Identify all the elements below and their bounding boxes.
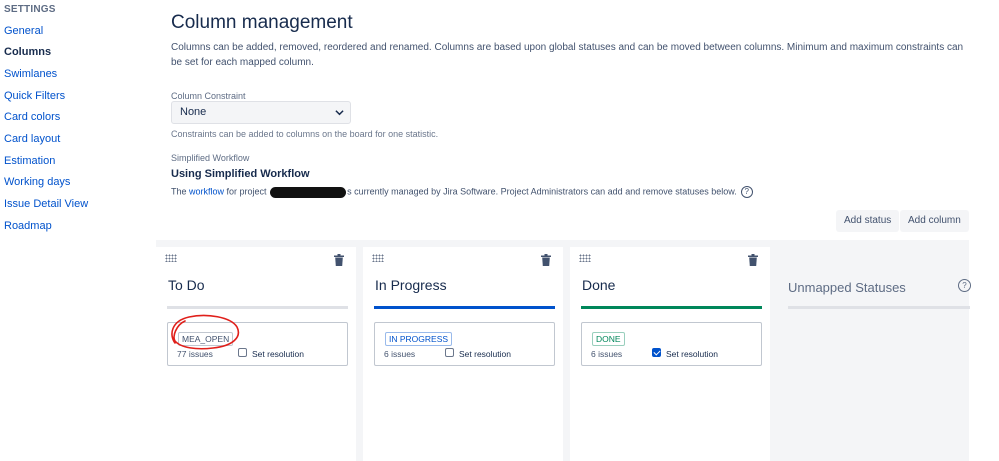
column-constraint-label: Column Constraint bbox=[171, 91, 246, 101]
sidebar-item-card-layout[interactable]: Card layout bbox=[4, 133, 60, 145]
status-card[interactable]: IN PROGRESS 6 issues Set resolution bbox=[374, 322, 555, 366]
set-resolution-checkbox[interactable] bbox=[238, 348, 247, 357]
settings-sidebar: SETTINGS General Columns Swimlanes Quick… bbox=[0, 0, 150, 461]
issue-count: 77 issues bbox=[177, 349, 213, 359]
page-title: Column management bbox=[171, 12, 353, 33]
sidebar-item-columns[interactable]: Columns bbox=[4, 46, 51, 58]
column-constraint-select[interactable]: None bbox=[171, 101, 351, 124]
column-constraint-value: None bbox=[180, 106, 207, 118]
column-name[interactable]: In Progress bbox=[375, 277, 447, 293]
column-to-do[interactable]: To Do MEA_OPEN 77 issues Set resolution bbox=[156, 247, 356, 461]
set-resolution-checkbox[interactable] bbox=[652, 348, 661, 357]
set-resolution-label: Set resolution bbox=[666, 349, 718, 359]
sidebar-item-swimlanes[interactable]: Swimlanes bbox=[4, 68, 57, 80]
column-status-bar bbox=[374, 306, 555, 309]
drag-handle-icon[interactable] bbox=[372, 254, 384, 262]
issue-count: 6 issues bbox=[591, 349, 623, 359]
column-status-bar bbox=[167, 306, 348, 309]
trash-icon[interactable] bbox=[334, 254, 344, 266]
status-lozenge: IN PROGRESS bbox=[385, 332, 453, 346]
sidebar-item-general[interactable]: General bbox=[4, 25, 43, 37]
set-resolution-label: Set resolution bbox=[459, 349, 511, 359]
drag-handle-icon[interactable] bbox=[579, 254, 591, 262]
set-resolution-checkbox[interactable] bbox=[445, 348, 454, 357]
set-resolution-label: Set resolution bbox=[252, 349, 304, 359]
add-status-button[interactable]: Add status bbox=[836, 210, 900, 232]
column-name[interactable]: To Do bbox=[168, 277, 205, 293]
workflow-text-before: The bbox=[171, 186, 190, 197]
simplified-workflow-label: Simplified Workflow bbox=[171, 153, 250, 163]
sidebar-item-card-colors[interactable]: Card colors bbox=[4, 111, 60, 123]
drag-handle-icon[interactable] bbox=[165, 254, 177, 262]
help-icon[interactable]: ? bbox=[958, 279, 971, 292]
status-lozenge: MEA_OPEN bbox=[178, 332, 234, 346]
workflow-link[interactable]: workflow bbox=[189, 186, 224, 196]
sidebar-item-working-days[interactable]: Working days bbox=[4, 176, 70, 188]
issue-count: 6 issues bbox=[384, 349, 416, 359]
trash-icon[interactable] bbox=[541, 254, 551, 266]
simplified-workflow-title: Using Simplified Workflow bbox=[171, 168, 310, 180]
unmapped-status-bar bbox=[788, 306, 970, 309]
sidebar-item-quick-filters[interactable]: Quick Filters bbox=[4, 90, 65, 102]
add-column-button[interactable]: Add column bbox=[900, 210, 969, 232]
status-card[interactable]: MEA_OPEN 77 issues Set resolution bbox=[167, 322, 348, 366]
column-name[interactable]: Done bbox=[582, 277, 615, 293]
sidebar-item-roadmap[interactable]: Roadmap bbox=[4, 220, 52, 232]
unmapped-statuses-title: Unmapped Statuses bbox=[788, 280, 906, 295]
constraint-hint: Constraints can be added to columns on t… bbox=[171, 129, 439, 139]
workflow-text-mid: for project bbox=[224, 186, 270, 197]
page-description: Columns can be added, removed, reordered… bbox=[171, 42, 964, 68]
help-icon[interactable]: ? bbox=[740, 186, 753, 198]
sidebar-item-issue-detail-view[interactable]: Issue Detail View bbox=[4, 198, 88, 210]
sidebar-heading: SETTINGS bbox=[4, 4, 56, 15]
redacted-project-name bbox=[270, 186, 347, 198]
column-status-bar bbox=[581, 306, 762, 309]
chevron-down-icon bbox=[335, 110, 344, 116]
workflow-text-after: s currently managed by Jira Software. Pr… bbox=[347, 186, 737, 197]
status-card[interactable]: DONE 6 issues Set resolution bbox=[581, 322, 762, 366]
workflow-description: The workflow for project s currently man… bbox=[171, 186, 753, 198]
column-done[interactable]: Done DONE 6 issues Set resolution bbox=[570, 247, 770, 461]
trash-icon[interactable] bbox=[748, 254, 758, 266]
sidebar-item-estimation[interactable]: Estimation bbox=[4, 155, 55, 167]
status-lozenge: DONE bbox=[592, 332, 625, 346]
column-in-progress[interactable]: In Progress IN PROGRESS 6 issues Set res… bbox=[363, 247, 563, 461]
